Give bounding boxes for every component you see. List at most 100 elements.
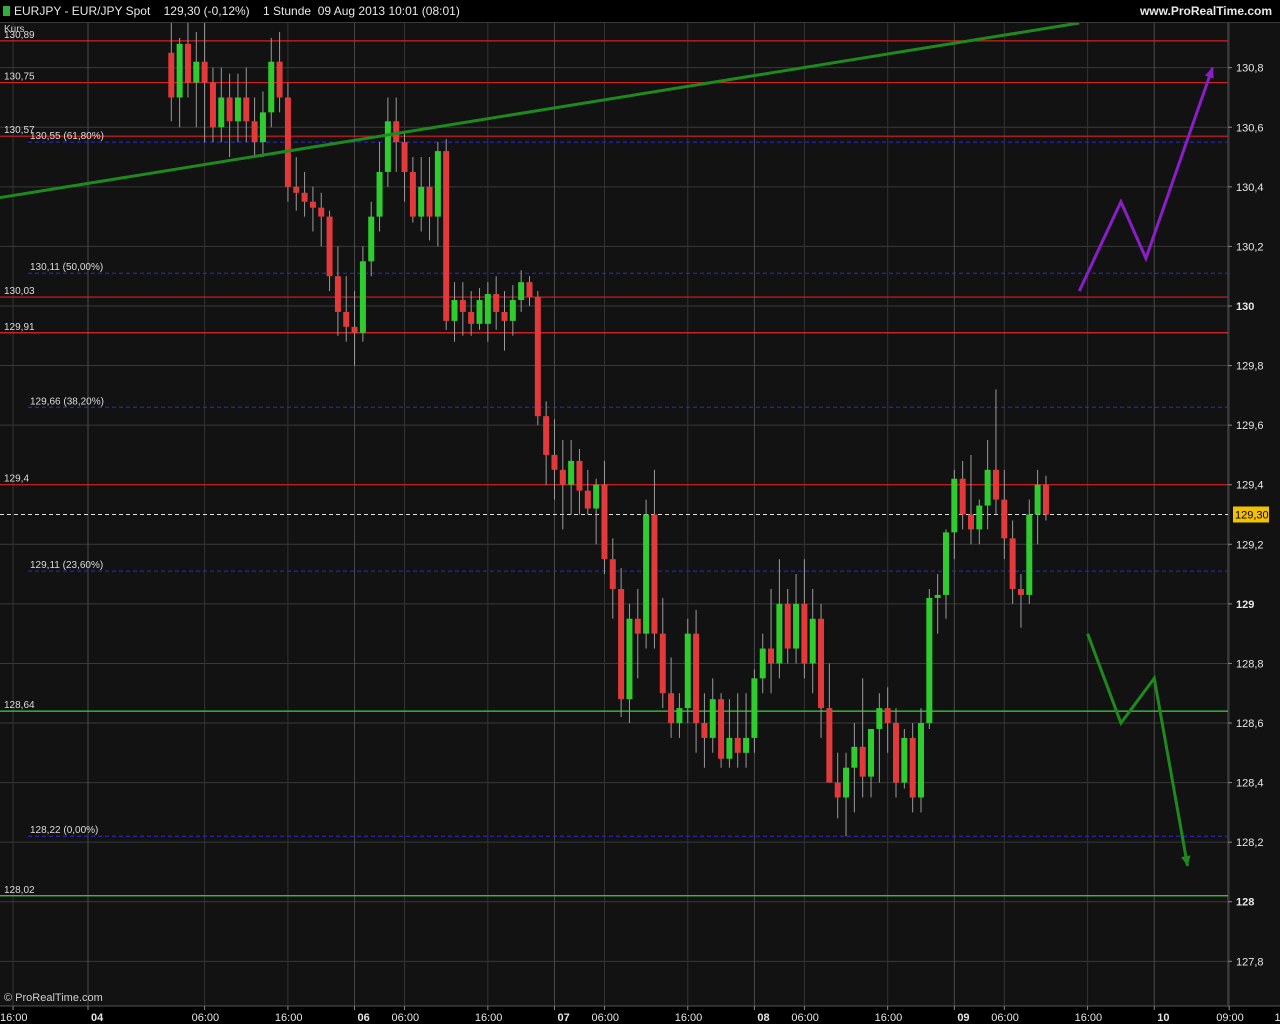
candle-down: [584, 490, 591, 509]
y-tick-label: 127,8: [1236, 956, 1264, 968]
candle-down: [801, 603, 808, 664]
candle-up: [751, 678, 758, 738]
level-label: 129,4: [4, 474, 29, 485]
x-tick-label: 16:00: [1075, 1012, 1103, 1024]
x-tick-label: 06:00: [991, 1012, 1019, 1024]
x-tick-label: 10: [1157, 1012, 1169, 1024]
candle-up: [901, 737, 908, 783]
candle-down: [251, 121, 258, 143]
fib-label: 129,11 (23,60%): [30, 560, 103, 571]
candle-down: [493, 294, 500, 312]
candle-down: [618, 588, 625, 700]
candle-down: [343, 311, 350, 327]
candle-up: [593, 484, 600, 509]
candle-up: [984, 469, 991, 506]
candle-up: [759, 648, 766, 679]
candle-up: [509, 300, 516, 321]
x-tick-label: 16:00: [275, 1012, 303, 1024]
candle-down: [693, 633, 700, 724]
y-axis-label: Kurs: [4, 24, 25, 35]
candle-down: [668, 693, 675, 724]
y-tick-label: 130,6: [1236, 122, 1264, 134]
candle-down: [551, 454, 558, 470]
candle-down: [526, 282, 533, 298]
y-tick-label: 128,8: [1236, 658, 1264, 670]
candle-up: [384, 121, 391, 172]
y-tick-label: 129,4: [1236, 480, 1264, 492]
candle-up: [976, 505, 983, 530]
candle-down: [326, 216, 333, 277]
chart-header: EURJPY - EUR/JPY Spot 129,30 (-0,12%) 1 …: [0, 0, 1280, 23]
candle-up: [684, 633, 691, 709]
y-tick-label: 128: [1236, 897, 1254, 909]
level-label: 128,02: [4, 885, 35, 896]
candle-up: [376, 171, 383, 217]
candle-up: [359, 261, 366, 333]
candle-down: [276, 61, 283, 98]
candle-up: [709, 699, 716, 738]
candle-up: [726, 737, 733, 759]
y-tick-label: 129,2: [1236, 539, 1264, 551]
candle-down: [826, 708, 833, 783]
candle-down: [1017, 588, 1024, 595]
y-tick-label: 130,8: [1236, 63, 1264, 75]
x-tick-label: 16:00: [1275, 1012, 1280, 1024]
price-chart[interactable]: 130,89130,75130,57130,03129,91129,4128,6…: [0, 0, 1280, 1024]
x-tick-label: 07: [557, 1012, 569, 1024]
candle-up: [942, 532, 949, 595]
y-tick-label: 129,8: [1236, 361, 1264, 373]
candle-up: [518, 282, 525, 301]
y-tick-label: 130,2: [1236, 241, 1264, 253]
level-label: 130,03: [4, 286, 35, 297]
candle-down: [576, 460, 583, 491]
x-tick-label: 09:00: [1216, 1012, 1244, 1024]
candle-down: [859, 746, 866, 777]
candle-down: [168, 52, 175, 98]
candle-up: [234, 97, 241, 122]
candle-down: [651, 514, 658, 634]
candle-up: [776, 603, 783, 664]
candle-up: [626, 618, 633, 700]
candle-up: [643, 514, 650, 634]
candle-up: [1026, 514, 1033, 595]
level-label: 128,64: [4, 700, 35, 711]
brand-link[interactable]: www.ProRealTime.com: [1140, 0, 1272, 22]
candle-down: [768, 648, 775, 664]
candle-down: [967, 514, 974, 530]
level-label: 130,75: [4, 72, 35, 83]
candle-up: [368, 216, 375, 262]
candle-down: [409, 171, 416, 217]
candle-down: [609, 559, 616, 589]
x-tick-label: 16:00: [675, 1012, 703, 1024]
candle-down: [309, 201, 316, 208]
candle-down: [884, 708, 891, 724]
candle-down: [634, 618, 641, 634]
candle-up: [876, 708, 883, 729]
candle-up: [809, 618, 816, 664]
candle-up: [418, 186, 425, 217]
candle-down: [1001, 499, 1008, 539]
x-tick-label: 06:00: [591, 1012, 619, 1024]
fib-label: 130,11 (50,00%): [30, 262, 103, 273]
x-tick-label: 06:00: [392, 1012, 420, 1024]
candle-down: [959, 478, 966, 515]
level-label: 129,91: [4, 322, 35, 333]
x-tick-label: 06:00: [791, 1012, 819, 1024]
y-tick-label: 130,4: [1236, 182, 1264, 194]
candle-down: [559, 469, 566, 485]
y-tick-label: 128,2: [1236, 837, 1264, 849]
candle-up: [451, 300, 458, 321]
y-tick-label: 128,6: [1236, 718, 1264, 730]
candle-up: [476, 300, 483, 324]
candle-up: [268, 61, 275, 113]
candle-up: [218, 97, 225, 128]
candle-down: [543, 416, 550, 455]
x-tick-label: 04: [91, 1012, 104, 1024]
candle-down: [601, 484, 608, 560]
y-tick-label: 128,4: [1236, 778, 1264, 790]
candle-down: [184, 43, 191, 83]
candle-up: [851, 746, 858, 768]
footer-brand: © ProRealTime.com: [4, 992, 103, 1004]
fib-label: 129,66 (38,20%): [30, 396, 104, 407]
candle-down: [226, 97, 233, 122]
